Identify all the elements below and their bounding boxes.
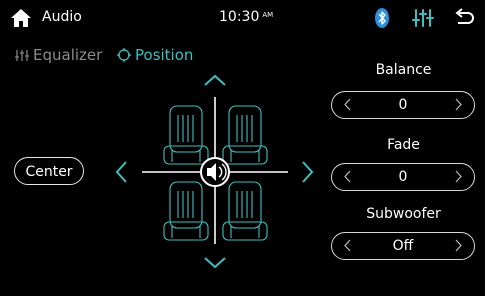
fade-increase-icon[interactable]: [446, 164, 470, 189]
seat-front-right: [222, 105, 268, 165]
equalizer-sliders-icon: [15, 50, 29, 61]
status-bar: Audio 10:30 AM: [0, 0, 485, 36]
app-title: Audio: [42, 9, 82, 25]
subwoofer-increase-icon[interactable]: [446, 233, 470, 258]
center-button[interactable]: Center: [14, 157, 84, 185]
equalizer-icon[interactable]: [412, 8, 434, 28]
arrow-up-icon[interactable]: [204, 74, 226, 86]
seat-position-diagram: [115, 74, 314, 269]
balance-value: 0: [398, 97, 408, 113]
seat-front-left: [163, 105, 209, 165]
balance-label: Balance: [375, 62, 432, 78]
balance-stepper: 0: [331, 91, 475, 119]
speaker-position-handle[interactable]: [200, 157, 230, 187]
arrow-left-icon[interactable]: [115, 161, 127, 183]
clock-time: 10:30: [219, 9, 260, 25]
subwoofer-stepper: Off: [331, 232, 475, 260]
arrow-down-icon[interactable]: [204, 257, 226, 269]
fade-label: Fade: [387, 137, 420, 153]
seat-rear-right: [222, 181, 268, 241]
subwoofer-label: Subwoofer: [366, 206, 441, 222]
back-icon[interactable]: [453, 8, 475, 28]
bluetooth-icon: [375, 8, 389, 28]
balance-increase-icon[interactable]: [446, 92, 470, 117]
tab-position[interactable]: Position: [117, 46, 193, 64]
home-icon[interactable]: [10, 8, 32, 28]
clock-ampm: AM: [262, 11, 274, 19]
fade-value: 0: [398, 169, 408, 185]
tab-equalizer[interactable]: Equalizer: [15, 46, 102, 64]
arrow-right-icon[interactable]: [302, 161, 314, 183]
tab-position-label: Position: [135, 46, 194, 64]
subwoofer-value: Off: [392, 238, 414, 254]
seat-rear-left: [163, 181, 209, 241]
position-target-icon: [117, 48, 131, 62]
audio-screen: Audio 10:30 AM Equalizer Position Center…: [0, 0, 485, 296]
fade-stepper: 0: [331, 163, 475, 191]
tab-equalizer-label: Equalizer: [33, 46, 103, 64]
clock: 10:30 AM: [219, 9, 273, 25]
